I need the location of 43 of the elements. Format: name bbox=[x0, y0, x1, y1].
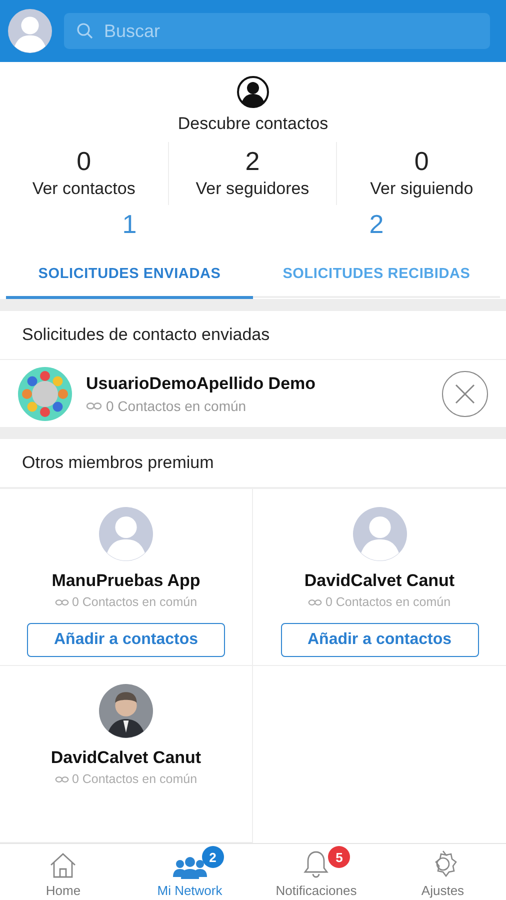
bell-icon bbox=[302, 849, 330, 879]
link-icon bbox=[86, 402, 102, 410]
count-badge: 5 bbox=[328, 846, 350, 868]
tab-count: 2 bbox=[369, 208, 384, 241]
search-icon bbox=[76, 22, 94, 40]
link-icon bbox=[308, 598, 322, 606]
common-contacts: 0 Contactos en común bbox=[86, 398, 428, 414]
person-icon[interactable] bbox=[237, 76, 269, 108]
tab-count: 1 bbox=[122, 208, 137, 241]
stat-value: 0 bbox=[76, 146, 92, 177]
member-name: ManuPruebas App bbox=[52, 571, 200, 591]
section-title: Solicitudes de contacto enviadas bbox=[0, 311, 506, 360]
stat-link[interactable]: Ver siguiendo bbox=[370, 179, 474, 199]
close-button[interactable] bbox=[442, 370, 488, 416]
link-icon bbox=[54, 776, 69, 782]
tab-bar-item[interactable]: Notificaciones 5 bbox=[253, 844, 380, 900]
group-icon bbox=[18, 366, 72, 420]
add-contact-button[interactable]: Añadir a contactos bbox=[280, 623, 478, 657]
people-icon bbox=[172, 855, 208, 879]
stat-link[interactable]: Ver contactos bbox=[32, 179, 136, 199]
tab-bar-item[interactable]: Mi Network 2 bbox=[126, 844, 253, 900]
profile-avatar bbox=[8, 9, 52, 53]
common-contacts: 0 Contactos en común bbox=[308, 595, 451, 609]
search-field[interactable]: Buscar bbox=[64, 13, 490, 49]
stat-value: 2 bbox=[245, 146, 260, 177]
common-contacts: 0 Contactos en común bbox=[54, 595, 198, 609]
count-badge: 2 bbox=[202, 846, 224, 868]
member-name: DavidCalvet Canut bbox=[50, 748, 202, 768]
tab-bar-item[interactable]: Home bbox=[0, 844, 126, 900]
common-contacts: 0 Contactos en común bbox=[54, 772, 198, 786]
avatar-icon bbox=[99, 507, 153, 561]
add-contact-button[interactable]: Añadir a contactos bbox=[27, 623, 225, 657]
close-icon bbox=[454, 382, 476, 404]
link-icon bbox=[54, 598, 69, 606]
avatar-icon bbox=[99, 684, 153, 738]
member-name: DavidCalvet Canut bbox=[304, 571, 455, 591]
tab-bar-item[interactable]: Ajustes bbox=[380, 844, 506, 900]
stat-link[interactable]: Ver seguidores bbox=[196, 179, 310, 199]
stat-value: 0 bbox=[414, 146, 429, 177]
user-name: UsuarioDemoApellido Demo bbox=[86, 374, 317, 394]
avatar-icon bbox=[352, 507, 406, 561]
discover-label: Descubre contactos bbox=[178, 114, 328, 134]
section-title: Otros miembros premium bbox=[0, 439, 506, 488]
